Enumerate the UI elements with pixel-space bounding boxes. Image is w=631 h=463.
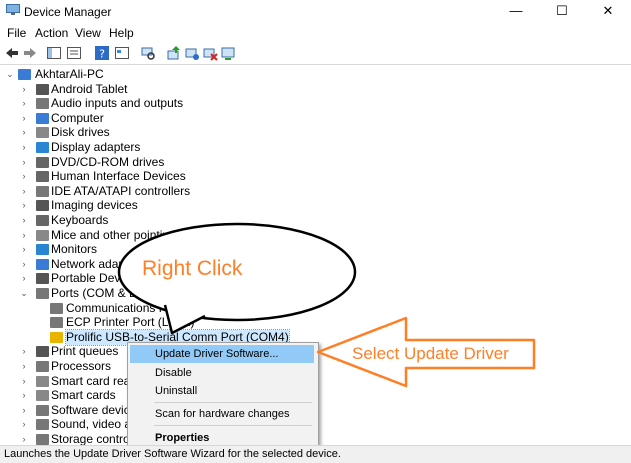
status-bar: Launches the Update Driver Software Wiza… [0, 445, 631, 463]
right-click-annotation: Right Click [142, 257, 243, 280]
select-update-annotation: Select Update Driver [352, 344, 509, 363]
status-text: Launches the Update Driver Software Wiza… [4, 448, 341, 460]
annotation-overlay [117, 222, 536, 388]
